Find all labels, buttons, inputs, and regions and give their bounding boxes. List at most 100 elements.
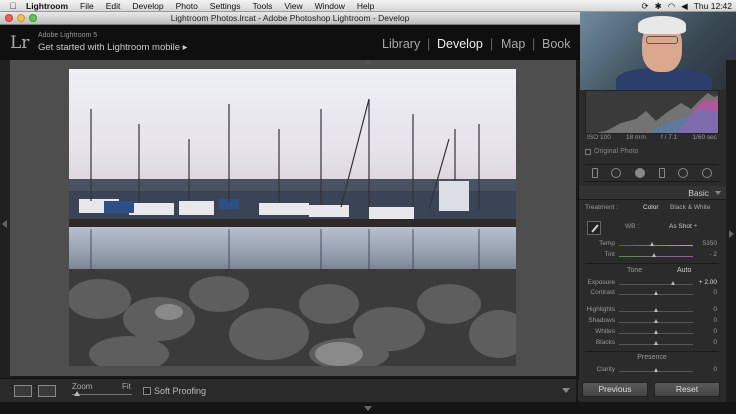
temp-slider-row: Temp 5350: [585, 240, 719, 250]
tint-value[interactable]: - 2: [695, 251, 717, 258]
window-title: Lightroom Photos.lrcat - Adobe Photoshop…: [170, 13, 410, 23]
blacks-value[interactable]: 0: [695, 339, 717, 346]
menu-tools[interactable]: Tools: [247, 1, 279, 11]
top-panel-toggle-icon[interactable]: [364, 60, 372, 64]
zoom-slider[interactable]: [72, 394, 132, 395]
module-map[interactable]: Map: [501, 37, 525, 51]
highlights-value[interactable]: 0: [695, 306, 717, 313]
soft-proofing-checkbox[interactable]: [143, 387, 151, 395]
treatment-color[interactable]: Color: [643, 204, 659, 211]
menu-file[interactable]: File: [74, 1, 100, 11]
right-panel-toggle[interactable]: [726, 60, 736, 402]
shutter-speed: 1/60 sec: [692, 134, 717, 141]
left-panel-toggle[interactable]: [0, 60, 10, 380]
whites-slider-thumb[interactable]: [653, 330, 658, 334]
blacks-slider-thumb[interactable]: [653, 341, 658, 345]
window-titlebar: Lightroom Photos.lrcat - Adobe Photoshop…: [0, 12, 580, 25]
develop-tool-strip: [585, 164, 719, 182]
module-develop[interactable]: Develop: [437, 37, 483, 51]
highlights-label: Highlights: [586, 306, 615, 313]
toolbar-options-icon[interactable]: [562, 388, 570, 393]
treatment-row: Treatment : Color Black & White: [585, 204, 719, 214]
previous-button[interactable]: Previous: [582, 382, 648, 397]
original-photo-toggle[interactable]: Original Photo: [585, 148, 638, 155]
presence-label: Presence: [637, 354, 667, 361]
module-book[interactable]: Book: [542, 37, 571, 51]
histogram-info: ISO 100 18 mm f / 7.1 1/60 sec: [585, 134, 719, 144]
basic-panel-title: Basic: [688, 188, 709, 198]
whites-value[interactable]: 0: [695, 328, 717, 335]
collapse-triangle-icon[interactable]: [715, 191, 721, 195]
volume-icon[interactable]: ◀: [681, 1, 688, 12]
reset-button[interactable]: Reset: [654, 382, 720, 397]
menu-view[interactable]: View: [278, 1, 308, 11]
temp-value[interactable]: 5350: [695, 240, 717, 247]
module-library[interactable]: Library: [382, 37, 420, 51]
zoom-label: Zoom: [72, 382, 93, 391]
menu-lightroom[interactable]: Lightroom: [20, 1, 74, 11]
red-eye-tool-icon[interactable]: [635, 168, 646, 178]
white-balance-row: WB : As Shot ÷: [585, 221, 719, 235]
clock[interactable]: Thu 12:42: [694, 1, 732, 11]
shadows-slider-thumb[interactable]: [653, 319, 658, 323]
temp-slider[interactable]: [619, 245, 693, 246]
sync-icon[interactable]: ⟳: [642, 1, 649, 12]
white-balance-selector-icon[interactable]: [587, 221, 601, 235]
shadows-label: Shadows: [588, 317, 615, 324]
whites-slider-row: Whites 0: [585, 328, 719, 338]
tint-slider-thumb[interactable]: [652, 253, 657, 257]
soft-proofing-label: Soft Proofing: [154, 386, 207, 396]
shadows-value[interactable]: 0: [695, 317, 717, 324]
filmstrip-toggle[interactable]: [0, 402, 736, 414]
original-photo-checkbox[interactable]: [585, 148, 591, 155]
exposure-slider-thumb[interactable]: [671, 281, 676, 285]
aperture: f / 7.1: [661, 134, 678, 141]
apple-icon[interactable]: : [6, 1, 20, 11]
loupe-view-button[interactable]: [14, 385, 32, 397]
menu-photo[interactable]: Photo: [170, 1, 204, 11]
focal-length: 18 mm: [626, 134, 646, 141]
menu-help[interactable]: Help: [351, 1, 380, 11]
contrast-label: Contrast: [590, 289, 615, 296]
exposure-slider[interactable]: [619, 284, 693, 285]
menu-edit[interactable]: Edit: [100, 1, 127, 11]
contrast-slider-thumb[interactable]: [653, 291, 658, 295]
clarity-label: Clarity: [596, 366, 615, 373]
exposure-value[interactable]: + 2.00: [695, 279, 717, 286]
exposure-slider-row: Exposure + 2.00: [585, 279, 719, 289]
radial-filter-icon[interactable]: [678, 168, 689, 178]
temp-slider-thumb[interactable]: [649, 242, 654, 246]
auto-tone-button[interactable]: Auto: [677, 267, 691, 274]
tone-header: Tone Auto: [585, 267, 719, 277]
treatment-bw[interactable]: Black & White: [670, 204, 710, 211]
graduated-filter-icon[interactable]: [658, 168, 665, 178]
wb-label: WB :: [625, 223, 640, 230]
panel-buttons: Previous Reset: [578, 380, 726, 400]
menu-settings[interactable]: Settings: [204, 1, 247, 11]
menu-window[interactable]: Window: [309, 1, 351, 11]
basic-panel-header[interactable]: Basic: [579, 186, 727, 200]
bluetooth-icon[interactable]: ✱: [655, 1, 662, 12]
before-after-view-button[interactable]: [38, 385, 56, 397]
histogram[interactable]: [585, 90, 719, 134]
tone-label: Tone: [627, 267, 643, 274]
right-panel: ISO 100 18 mm f / 7.1 1/60 sec Original …: [578, 90, 727, 402]
marina-photo[interactable]: [69, 69, 516, 366]
fit-label: Fit: [122, 382, 131, 391]
mac-menubar:  Lightroom File Edit Develop Photo Sett…: [0, 0, 736, 12]
highlights-slider-thumb[interactable]: [653, 308, 658, 312]
contrast-value[interactable]: 0: [695, 289, 717, 296]
spot-removal-tool-icon[interactable]: [611, 168, 622, 178]
clarity-value[interactable]: 0: [695, 366, 717, 373]
blacks-slider-row: Blacks 0: [585, 339, 719, 349]
wb-select[interactable]: As Shot ÷: [669, 223, 697, 230]
menubar-status-area: ⟳ ✱ ◠ ◀ Thu 12:42: [642, 0, 736, 12]
treatment-label: Treatment :: [585, 204, 618, 211]
menu-develop[interactable]: Develop: [126, 1, 169, 11]
crop-tool-icon[interactable]: [591, 168, 598, 178]
zoom-slider-thumb[interactable]: [74, 391, 80, 396]
clarity-slider-thumb[interactable]: [653, 368, 658, 372]
adjustment-brush-icon[interactable]: [702, 168, 713, 178]
wifi-icon[interactable]: ◠: [668, 1, 675, 12]
original-photo-label: Original Photo: [594, 148, 639, 155]
